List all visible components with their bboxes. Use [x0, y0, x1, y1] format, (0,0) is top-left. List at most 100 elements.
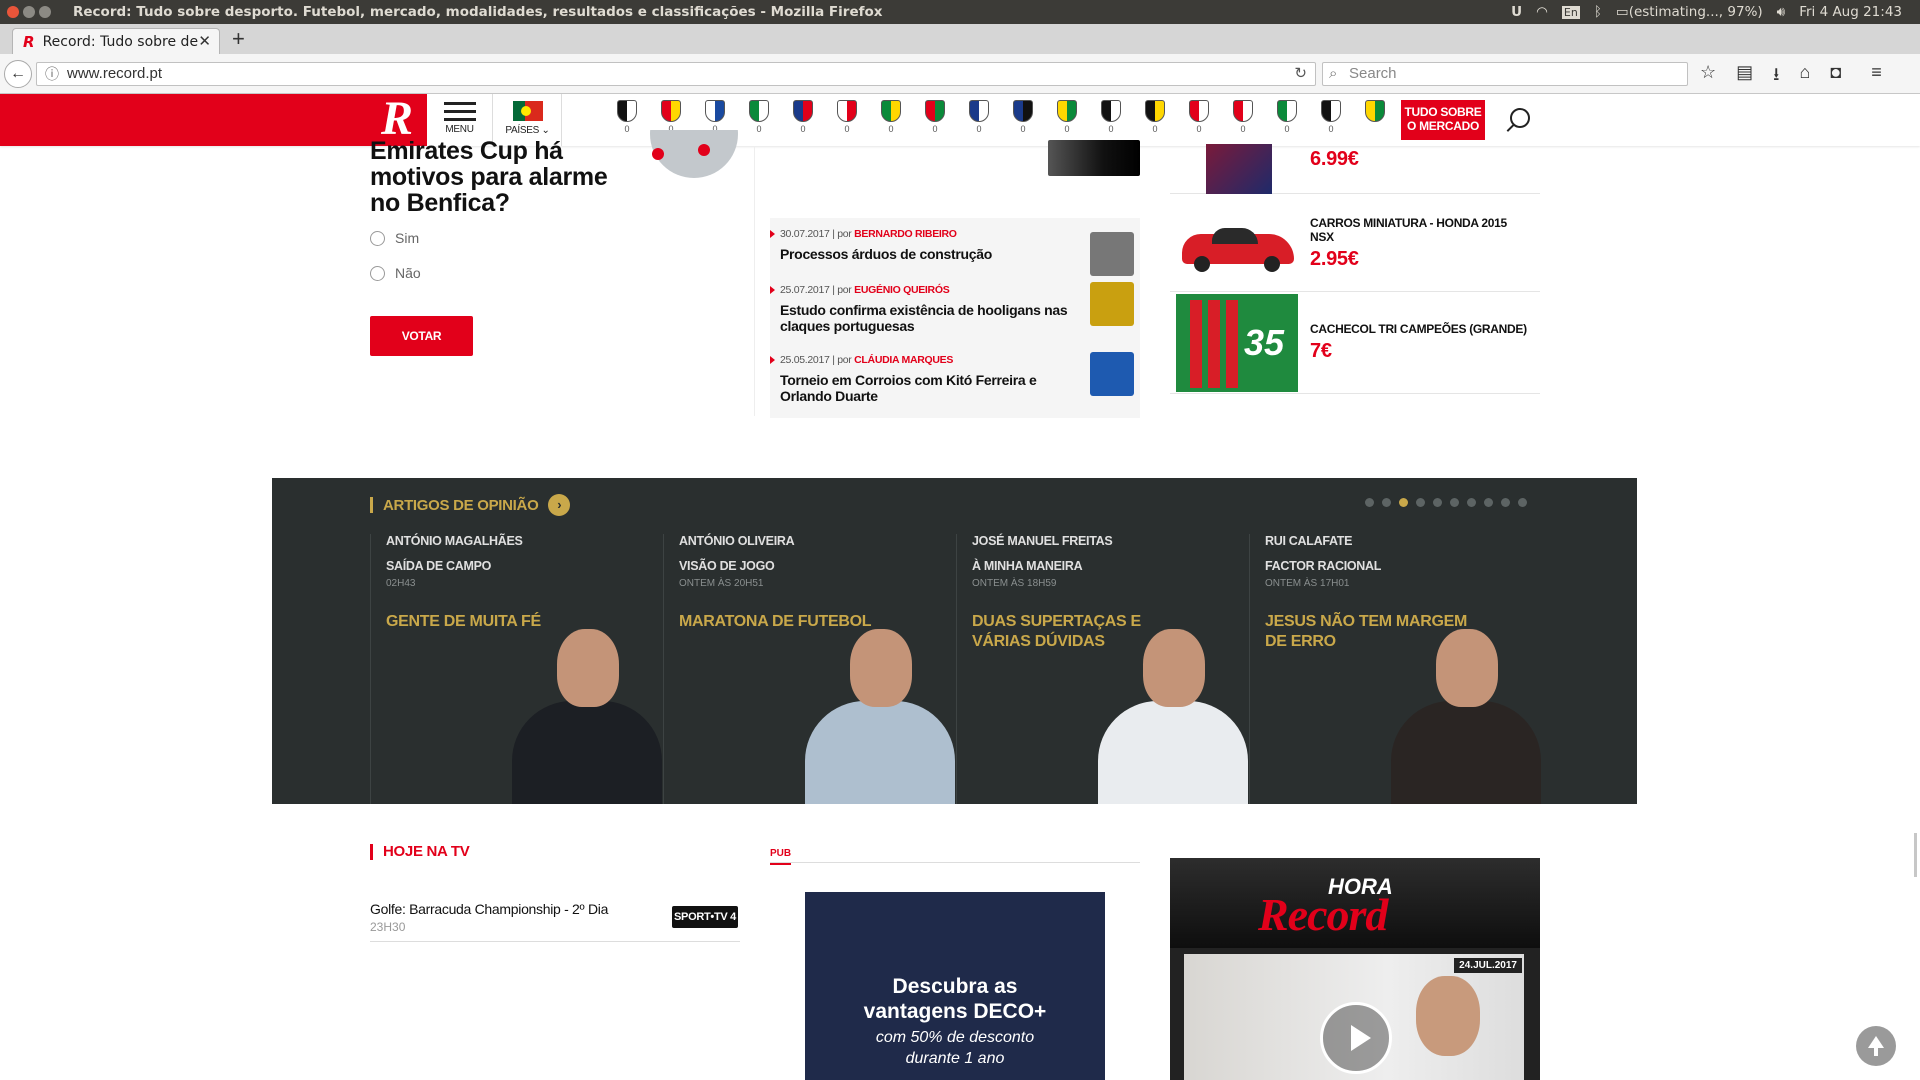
tv-program[interactable]: Golfe: Barracuda Championship - 2º Dia	[370, 901, 608, 917]
club-crest[interactable]	[1353, 100, 1397, 134]
pub-header: PUB	[770, 843, 1140, 865]
scrollbar-thumb[interactable]	[1914, 833, 1917, 877]
section-marker	[370, 843, 373, 860]
store-item[interactable]: 6.99€	[1170, 138, 1540, 194]
chevron-right-icon[interactable]: ›	[548, 494, 571, 516]
volume-icon[interactable]: 🔊︎	[1777, 4, 1786, 20]
poll-option-sim[interactable]: Sim	[370, 230, 419, 246]
play-icon[interactable]	[1320, 1002, 1392, 1074]
opinion-header[interactable]: ARTIGOS DE OPINIÃO ›	[370, 494, 571, 516]
club-score: 0	[888, 124, 894, 134]
opinion-author[interactable]: ANTÓNIO OLIVEIRA	[679, 534, 795, 548]
maximize-window-icon[interactable]	[39, 6, 51, 18]
club-crest[interactable]: 0	[913, 100, 957, 134]
site-info-icon[interactable]: ⓘ	[45, 63, 59, 85]
carousel-dot[interactable]	[1433, 498, 1442, 507]
hamburger-menu-icon[interactable]: ≡	[1871, 62, 1882, 92]
minimize-window-icon[interactable]	[23, 6, 35, 18]
close-window-icon[interactable]	[7, 6, 19, 18]
club-crest[interactable]: 0	[1045, 100, 1089, 134]
club-crest[interactable]: 0	[825, 100, 869, 134]
home-icon[interactable]: ⌂	[1799, 62, 1810, 92]
opinion-column[interactable]: ANTÓNIO MAGALHÃES SAÍDA DE CAMPO 02H43 G…	[370, 534, 662, 804]
tudo-sobre-mercado-button[interactable]: TUDO SOBRE O MERCADO	[1401, 100, 1485, 140]
news-headline[interactable]: Processos árduos de construção	[780, 246, 1080, 262]
radio-sim[interactable]	[370, 230, 385, 246]
radio-nao[interactable]	[370, 265, 385, 281]
news-thumbnail[interactable]	[1090, 352, 1134, 396]
opinion-section-name[interactable]: À MINHA MANEIRA	[972, 559, 1083, 573]
bluetooth-icon[interactable]: ᛒ	[1594, 4, 1602, 20]
club-crest[interactable]: 0	[781, 100, 825, 134]
news-author[interactable]: CLÁUDIA MARQUES	[854, 354, 953, 366]
carousel-dot[interactable]	[1365, 498, 1374, 507]
opinion-section-name[interactable]: FACTOR RACIONAL	[1265, 559, 1381, 573]
opinion-column[interactable]: JOSÉ MANUEL FREITAS À MINHA MANEIRA ONTE…	[956, 534, 1248, 804]
news-author[interactable]: EUGÉNIO QUEIRÓS	[854, 284, 950, 296]
news-headline[interactable]: Torneio em Corroios com Kitó Ferreira e …	[780, 372, 1080, 404]
scroll-to-top-icon[interactable]	[1856, 1026, 1896, 1066]
poll-option-label: Não	[395, 265, 421, 281]
carousel-dot[interactable]	[1467, 498, 1476, 507]
club-crest[interactable]: 0	[693, 100, 737, 134]
tab-record[interactable]: R Record: Tudo sobre de ✕	[12, 28, 220, 54]
club-crest[interactable]: 0	[1089, 100, 1133, 134]
carousel-dot[interactable]	[1501, 498, 1510, 507]
club-crest[interactable]: 0	[1133, 100, 1177, 134]
carousel-dot[interactable]	[1450, 498, 1459, 507]
club-crest[interactable]: 0	[957, 100, 1001, 134]
close-tab-icon[interactable]: ✕	[198, 32, 211, 50]
deco-advertisement[interactable]: Descubra as vantagens DECO+ com 50% de de…	[805, 892, 1105, 1080]
url-bar[interactable]: ⓘ www.record.pt ↻	[36, 62, 1316, 86]
opinion-author[interactable]: ANTÓNIO MAGALHÃES	[386, 534, 523, 548]
store-item[interactable]: CARROS MINIATURA - HONDA 2015 NSX 2.95€	[1170, 194, 1540, 292]
club-crest[interactable]: 0	[649, 100, 693, 134]
battery-indicator[interactable]: ▭(estimating..., 97%)	[1616, 4, 1763, 20]
keyboard-indicator[interactable]: En	[1561, 5, 1580, 19]
club-crest[interactable]: 0	[737, 100, 781, 134]
carousel-dot[interactable]	[1399, 498, 1408, 507]
reading-list-icon[interactable]: ▤	[1736, 62, 1753, 92]
news-thumbnail[interactable]	[1090, 282, 1134, 326]
wifi-icon[interactable]: ◠	[1536, 4, 1548, 20]
news-thumbnail[interactable]	[1048, 140, 1140, 176]
carousel-dot[interactable]	[1382, 498, 1391, 507]
club-crest[interactable]: 0	[869, 100, 913, 134]
club-crest[interactable]: 0	[1265, 100, 1309, 134]
club-crest[interactable]: 0	[1177, 100, 1221, 134]
club-crest[interactable]: 0	[1221, 100, 1265, 134]
pub-label: PUB	[770, 848, 792, 865]
opinion-column[interactable]: ANTÓNIO OLIVEIRA VISÃO DE JOGO ONTEM ÀS …	[663, 534, 955, 804]
opinion-author[interactable]: RUI CALAFATE	[1265, 534, 1352, 548]
downloads-icon[interactable]: ⭳	[1773, 62, 1779, 92]
poll-option-nao[interactable]: Não	[370, 265, 421, 281]
bookmark-star-icon[interactable]: ☆	[1700, 62, 1716, 92]
opinion-section-name[interactable]: SAÍDA DE CAMPO	[386, 559, 491, 573]
updates-icon[interactable]: U	[1511, 4, 1522, 20]
carousel-dot[interactable]	[1416, 498, 1425, 507]
news-meta: 30.07.2017 | por BERNARDO RIBEIRO	[770, 228, 957, 240]
opinion-column[interactable]: RUI CALAFATE FACTOR RACIONAL ONTEM ÀS 17…	[1249, 534, 1541, 804]
store-item[interactable]: 35 CACHECOL TRI CAMPEÕES (GRANDE) 7€	[1170, 292, 1540, 394]
site-search-icon[interactable]	[1505, 106, 1533, 134]
opinion-author[interactable]: JOSÉ MANUEL FREITAS	[972, 534, 1113, 548]
pocket-icon[interactable]: ◘	[1830, 62, 1841, 92]
news-thumbnail[interactable]	[1090, 232, 1134, 276]
new-tab-button[interactable]: +	[232, 26, 245, 52]
carousel-dot[interactable]	[1518, 498, 1527, 507]
opinion-section-name[interactable]: VISÃO DE JOGO	[679, 559, 775, 573]
news-headline[interactable]: Estudo confirma existência de hooligans …	[780, 302, 1080, 334]
back-button[interactable]: ←	[4, 60, 32, 88]
carousel-dot[interactable]	[1484, 498, 1493, 507]
search-input[interactable]: ⌕ Search	[1322, 62, 1688, 86]
vote-button[interactable]: VOTAR	[370, 316, 473, 356]
opinion-time: ONTEM ÀS 17H01	[1265, 578, 1350, 589]
club-score: 0	[1284, 124, 1290, 134]
reload-icon[interactable]: ↻	[1294, 63, 1307, 85]
hora-record-video[interactable]: HORA Record 24.JUL.2017	[1170, 858, 1540, 1080]
club-crest[interactable]: 0	[605, 100, 649, 134]
club-crest[interactable]: 0	[1001, 100, 1045, 134]
club-crest[interactable]: 0	[1309, 100, 1353, 134]
clock[interactable]: Fri 4 Aug 21:43	[1799, 4, 1902, 20]
news-author[interactable]: BERNARDO RIBEIRO	[854, 228, 957, 240]
